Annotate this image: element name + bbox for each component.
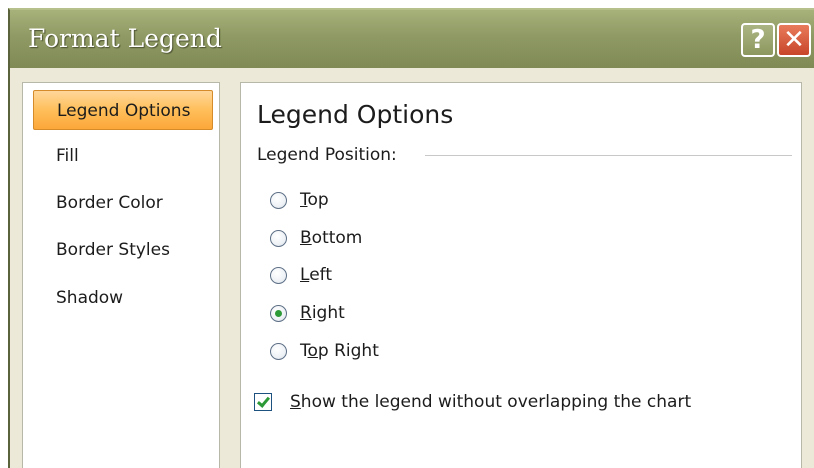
radio-button-top-right[interactable]: [270, 342, 287, 360]
radio-label-top-right: Top Right: [300, 341, 379, 361]
radio-label-top: Top: [300, 190, 329, 210]
help-button[interactable]: ?: [741, 23, 775, 57]
close-button[interactable]: ✕: [777, 23, 811, 57]
no-overlap-checkbox[interactable]: [254, 393, 272, 411]
radio-top[interactable]: Top: [270, 187, 329, 213]
radio-label-bottom: Bottom: [300, 228, 363, 248]
radio-button-top[interactable]: [270, 191, 287, 209]
format-legend-dialog: Format Legend ? ✕ Legend Options Fill Bo…: [0, 0, 814, 468]
no-overlap-option[interactable]: Show the legend without overlapping the …: [254, 390, 691, 414]
radio-button-bottom[interactable]: [270, 229, 287, 247]
nav-item-border-color[interactable]: Border Color: [33, 183, 213, 223]
radio-bottom[interactable]: Bottom: [270, 225, 362, 251]
category-nav: Legend Options Fill Border Color Border …: [22, 82, 220, 468]
no-overlap-label: Show the legend without overlapping the …: [290, 392, 692, 412]
section-title: Legend Options: [257, 100, 454, 129]
legend-position-label: Legend Position:: [257, 145, 397, 165]
nav-item-shadow[interactable]: Shadow: [33, 278, 213, 318]
radio-button-right[interactable]: [270, 304, 287, 322]
radio-left[interactable]: Left: [270, 262, 332, 288]
dialog-title: Format Legend: [28, 24, 222, 53]
radio-label-left: Left: [300, 265, 332, 285]
close-icon: ✕: [783, 25, 805, 55]
nav-item-border-styles[interactable]: Border Styles: [33, 230, 213, 270]
radio-top-right[interactable]: Top Right: [270, 338, 379, 364]
radio-button-left[interactable]: [270, 266, 287, 284]
help-icon: ?: [750, 25, 766, 55]
title-bar[interactable]: Format Legend ? ✕: [8, 8, 814, 68]
nav-item-fill[interactable]: Fill: [33, 136, 213, 176]
radio-label-right: Right: [300, 303, 345, 323]
radio-right[interactable]: Right: [270, 300, 345, 326]
nav-item-legend-options[interactable]: Legend Options: [33, 90, 213, 130]
group-divider: [425, 155, 792, 156]
